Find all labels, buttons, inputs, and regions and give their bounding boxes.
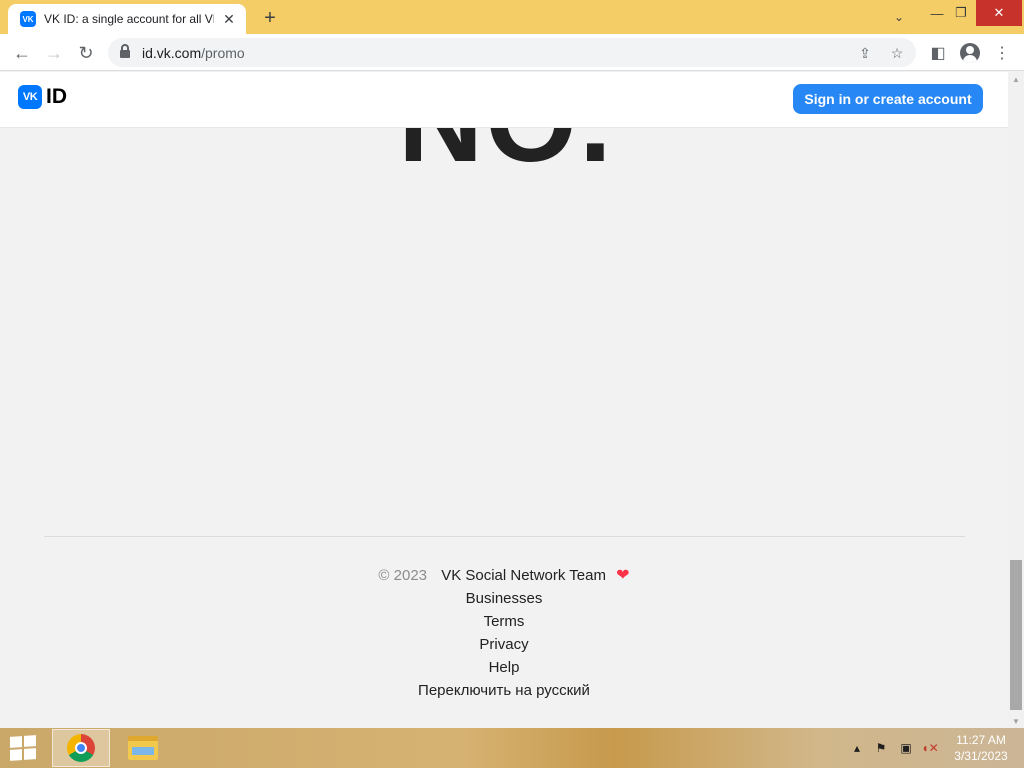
new-tab-button[interactable]: + xyxy=(258,6,282,30)
address-bar[interactable]: id.vk.com/promo ⇪ ☆ xyxy=(108,38,916,67)
tab-close-icon[interactable]: ✕ xyxy=(220,10,238,28)
scroll-up-arrow-icon[interactable]: ▲ xyxy=(1008,72,1024,86)
clock-time: 11:27 AM xyxy=(956,733,1006,747)
logo-text: ID xyxy=(46,85,67,108)
footer: © 2023 VK Social Network Team ❤ Business… xyxy=(0,564,1008,702)
bookmark-star-icon[interactable]: ☆ xyxy=(886,42,908,64)
taskbar: ▴ ⚑ ▣ ◖✕ 11:27 AM 3/31/2023 xyxy=(0,728,1024,768)
taskbar-chrome[interactable] xyxy=(52,729,110,767)
tab-search-chevron-icon[interactable]: ⌄ xyxy=(888,6,910,28)
volume-muted-icon[interactable]: ◖✕ xyxy=(920,738,940,758)
sign-in-button[interactable]: Sign in or create account xyxy=(793,84,983,114)
browser-tab-strip: VK VK ID: a single account for all VK ✕ … xyxy=(0,0,1024,34)
page-viewport: VK ID Sign in or create account NO. © 20… xyxy=(0,72,1008,728)
url-text: id.vk.com/promo xyxy=(142,44,245,61)
footer-link-language[interactable]: Переключить на русский xyxy=(418,682,590,699)
footer-link-help[interactable]: Help xyxy=(489,659,520,676)
menu-kebab-icon[interactable]: ⋮ xyxy=(988,39,1016,67)
reload-button[interactable]: ↻ xyxy=(72,39,100,67)
footer-link-businesses[interactable]: Businesses xyxy=(466,590,543,607)
page-scrollbar[interactable]: ▲ ▼ xyxy=(1008,72,1024,728)
forward-button[interactable]: → xyxy=(40,39,68,67)
taskbar-file-explorer[interactable] xyxy=(114,729,172,767)
scroll-down-arrow-icon[interactable]: ▼ xyxy=(1008,714,1024,728)
site-header: VK ID Sign in or create account xyxy=(0,72,1008,128)
vk-id-logo[interactable]: VK ID xyxy=(18,85,67,109)
vk-logo-icon: VK xyxy=(18,85,42,109)
team-link[interactable]: VK Social Network Team xyxy=(441,567,606,584)
vk-favicon-icon: VK xyxy=(20,11,36,27)
lock-icon[interactable] xyxy=(120,43,130,58)
scroll-thumb[interactable] xyxy=(1010,560,1022,710)
profile-button[interactable] xyxy=(956,39,984,67)
footer-copyright-row: © 2023 VK Social Network Team ❤ xyxy=(0,564,1008,587)
show-hidden-icons-icon[interactable]: ▴ xyxy=(850,738,864,758)
browser-toolbar: ← → ↻ id.vk.com/promo ⇪ ☆ ◧ ⋮ xyxy=(0,34,1024,71)
browser-tab[interactable]: VK VK ID: a single account for all VK ✕ xyxy=(8,4,246,34)
action-center-flag-icon[interactable]: ⚑ xyxy=(872,738,890,758)
clock-date: 3/31/2023 xyxy=(954,749,1008,763)
windows-logo-icon xyxy=(10,735,36,761)
folder-icon xyxy=(128,736,158,760)
footer-link-terms[interactable]: Terms xyxy=(484,613,525,630)
footer-link-privacy[interactable]: Privacy xyxy=(479,636,528,653)
share-icon[interactable]: ⇪ xyxy=(854,42,876,64)
avatar xyxy=(960,43,980,63)
tab-title: VK ID: a single account for all VK xyxy=(44,12,214,26)
heart-icon: ❤ xyxy=(616,567,630,584)
restore-button[interactable]: ❐ xyxy=(944,0,978,26)
system-clock[interactable]: 11:27 AM 3/31/2023 xyxy=(948,732,1014,764)
back-button[interactable]: ← xyxy=(8,39,36,67)
window-close-button[interactable]: ✕ xyxy=(976,0,1022,26)
copyright-text: © 2023 xyxy=(378,567,428,584)
side-panel-icon[interactable]: ◧ xyxy=(924,39,952,67)
footer-divider xyxy=(44,536,965,537)
start-button[interactable] xyxy=(6,733,40,763)
chrome-icon xyxy=(67,734,95,762)
network-icon[interactable]: ▣ xyxy=(896,738,916,758)
